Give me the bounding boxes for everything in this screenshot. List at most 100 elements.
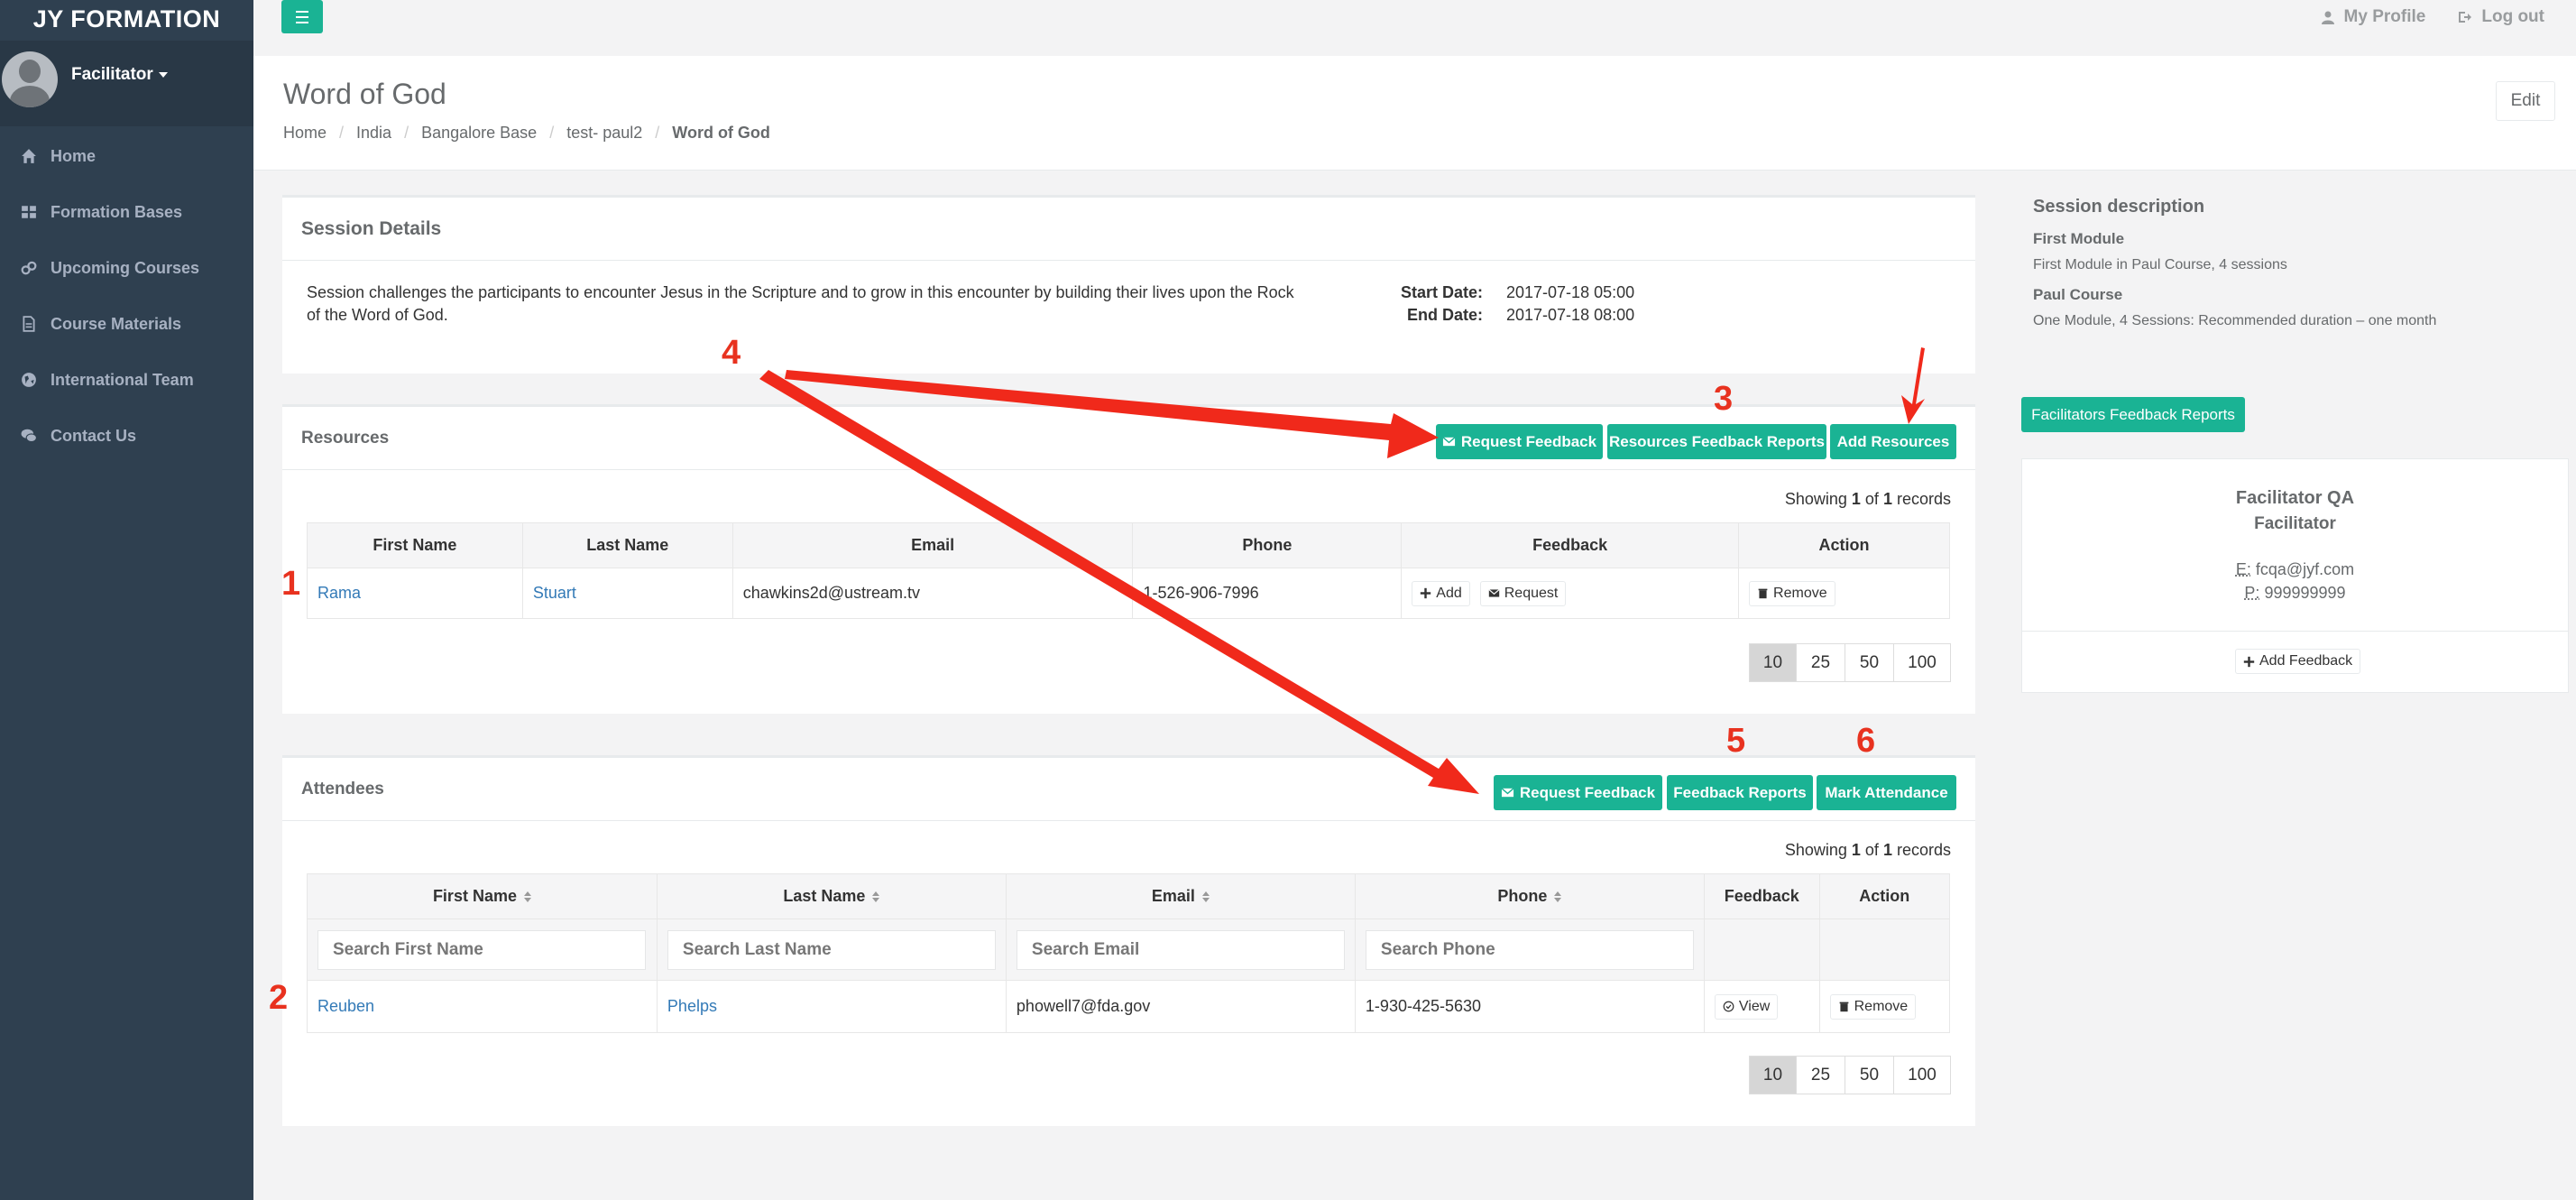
facilitator-contact: E: fcqa@jyf.com P: 999999999 (2235, 560, 2355, 602)
module-text: First Module in Paul Course, 4 sessions (2033, 257, 2287, 272)
facilitators-feedback-reports-button[interactable]: Facilitators Feedback Reports (2021, 397, 2245, 432)
search-first-name-input[interactable] (317, 929, 646, 970)
column-header-sortable[interactable]: Last Name (656, 873, 1007, 919)
attendee-last-name-link[interactable]: Phelps (667, 997, 717, 1015)
search-phone-input[interactable] (1365, 929, 1694, 970)
page-size-option[interactable]: 10 (1749, 643, 1797, 682)
page-size-option[interactable]: 100 (1893, 1056, 1951, 1094)
attendee-remove-button[interactable]: Remove (1829, 993, 1917, 1020)
course-text: One Module, 4 Sessions: Recommended dura… (2033, 313, 2437, 328)
resource-add-feedback-button[interactable]: Add (1412, 580, 1470, 606)
resource-phone: 1-526-906-7996 (1132, 568, 1403, 619)
attendee-first-name-link[interactable]: Reuben (317, 997, 374, 1015)
breadcrumb-india[interactable]: India (356, 124, 391, 143)
annotation-number: 1 (281, 565, 301, 603)
resources-pagination: 10 25 50 100 (1749, 643, 1951, 682)
column-header-sortable[interactable]: Phone (1354, 873, 1705, 919)
facilitator-name: Facilitator QA (2235, 488, 2355, 508)
resource-first-name-link[interactable]: Rama (317, 584, 361, 602)
page-size-option[interactable]: 25 (1796, 643, 1845, 682)
my-profile-link[interactable]: My Profile (2321, 7, 2425, 27)
sidebar-item-upcoming-courses[interactable]: Upcoming Courses (0, 240, 253, 296)
mark-attendance-button[interactable]: Mark Attendance (1817, 775, 1956, 810)
search-email-input[interactable] (1016, 929, 1345, 970)
sidebar-item-formation-bases[interactable]: Formation Bases (0, 184, 253, 240)
resources-table: First Name Last Name Email Phone Feedbac… (307, 522, 1950, 619)
file-icon (20, 315, 38, 333)
sidebar-item-label: Course Materials (51, 314, 182, 333)
globe-icon (20, 371, 38, 389)
sidebar-item-contact-us[interactable]: Contact Us (0, 408, 253, 464)
breadcrumb: Home / India / Bangalore Base / test- paul2… (283, 124, 770, 143)
page-size-option[interactable]: 25 (1796, 1056, 1845, 1094)
table-row: Rama Stuart chawkins2d@ustream.tv 1-526-… (307, 568, 1950, 619)
sidebar-item-label: Formation Bases (51, 202, 183, 221)
brand-logo[interactable]: JY FORMATION (0, 0, 253, 38)
column-header: Email (731, 522, 1134, 568)
sidebar-item-course-materials[interactable]: Course Materials (0, 296, 253, 352)
home-icon (20, 147, 38, 165)
column-header-sortable[interactable]: First Name (307, 873, 658, 919)
facilitator-role: Facilitator (2254, 514, 2336, 533)
session-description-title: Session description (2033, 197, 2205, 217)
sidebar-item-label: International Team (51, 370, 194, 389)
page-size-option[interactable]: 10 (1749, 1056, 1797, 1094)
sidebar-item-home[interactable]: Home (0, 128, 253, 184)
logout-link[interactable]: Log out (2458, 7, 2544, 27)
link-icon (20, 259, 38, 277)
avatar (2, 51, 58, 107)
top-navbar: My Profile Log out (253, 0, 2576, 56)
sidebar: JY FORMATION Facilitator Home Formation … (0, 0, 253, 1200)
resources-request-feedback-button[interactable]: Request Feedback (1436, 424, 1603, 459)
trash-icon (1839, 1002, 1848, 1012)
annotation-number: 5 (1726, 722, 1746, 760)
resource-last-name-link[interactable]: Stuart (533, 584, 576, 602)
breadcrumb-home[interactable]: Home (283, 124, 327, 143)
breadcrumb-bangalore-base[interactable]: Bangalore Base (421, 124, 537, 143)
column-header: Phone (1132, 522, 1403, 568)
sidebar-item-international-team[interactable]: International Team (0, 352, 253, 408)
plus-icon (1421, 587, 1431, 599)
session-description: Session challenges the participants to e… (307, 283, 1294, 324)
resource-remove-button[interactable]: Remove (1749, 580, 1835, 606)
page-size-option[interactable]: 50 (1845, 1056, 1894, 1094)
annotation-number: 4 (722, 334, 741, 372)
course-title: Paul Course (2033, 286, 2123, 303)
page-heading: Word of God Home / India / Bangalore Base /… (253, 56, 2576, 171)
comments-icon (20, 427, 38, 445)
grid-icon (20, 203, 38, 221)
column-header: Action (1738, 522, 1950, 568)
attendees-title: Attendees Request Feedback Feedback Repo… (282, 755, 1975, 821)
breadcrumb-test-paul2[interactable]: test- paul2 (566, 124, 642, 143)
table-row: Reuben Phelps phowell7@fda.gov 1-930-425… (307, 980, 1951, 1033)
column-header-sortable[interactable]: Email (1005, 873, 1356, 919)
session-dates: Start Date: 2017-07-18 05:00 End Date: 201… (1387, 282, 1634, 327)
menu-toggle-button[interactable] (281, 0, 323, 33)
add-feedback-button[interactable]: Add Feedback (2235, 649, 2361, 674)
attendees-showing-records: Showing 1 of 1 records (1784, 841, 1951, 859)
annotation-number: 2 (269, 979, 289, 1017)
page-size-option[interactable]: 50 (1845, 643, 1894, 682)
add-resources-button[interactable]: Add Resources (1830, 424, 1956, 459)
attendees-feedback-reports-button[interactable]: Feedback Reports (1667, 775, 1813, 810)
resource-request-feedback-button[interactable]: Request (1479, 580, 1567, 606)
column-header: Feedback (1703, 873, 1820, 919)
sort-icon (872, 891, 880, 903)
page-title: Word of God (283, 78, 446, 110)
end-date-value: 2017-07-18 08:00 (1506, 306, 1635, 324)
resources-feedback-reports-button[interactable]: Resources Feedback Reports (1607, 424, 1826, 459)
edit-button[interactable]: Edit (2496, 81, 2555, 121)
caret-down-icon (158, 71, 168, 78)
attendee-view-feedback-button[interactable]: View (1714, 993, 1779, 1020)
annotation-number: 3 (1714, 380, 1734, 418)
attendee-phone: 1-930-425-5630 (1354, 980, 1705, 1033)
annotation-number: 6 (1856, 722, 1876, 760)
page-size-option[interactable]: 100 (1893, 643, 1951, 682)
user-dropdown[interactable]: Facilitator (71, 65, 168, 85)
resource-email: chawkins2d@ustream.tv (731, 568, 1134, 619)
resources-showing-records: Showing 1 of 1 records (1784, 490, 1951, 508)
facilitator-email: fcqa@jyf.com (2255, 560, 2355, 578)
search-last-name-input[interactable] (667, 929, 996, 970)
attendees-pagination: 10 25 50 100 (1749, 1056, 1951, 1094)
attendees-request-feedback-button[interactable]: Request Feedback (1494, 775, 1662, 810)
